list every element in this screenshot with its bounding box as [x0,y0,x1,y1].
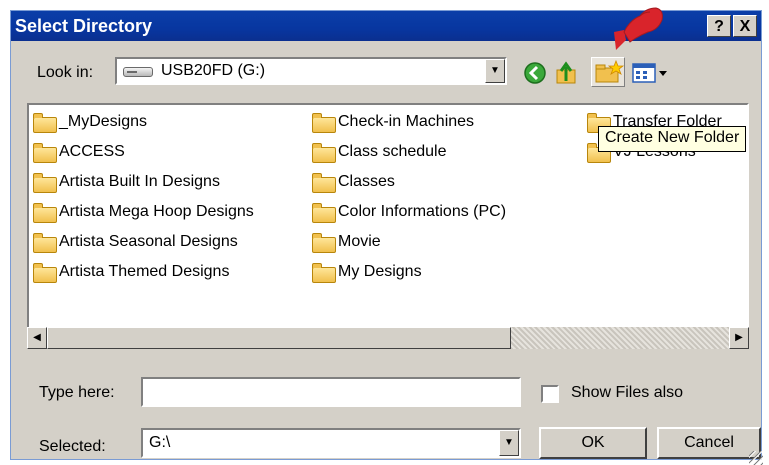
folder-icon [33,233,57,253]
new-folder-button[interactable] [591,57,625,87]
folder-icon [33,203,57,223]
horizontal-scrollbar[interactable]: ◀ ▶ [27,327,749,349]
folder-icon [312,203,336,223]
folder-icon [33,263,57,283]
folder-icon [312,233,336,253]
look-in-dropdown[interactable]: USB20FD (G:) ▼ [115,57,507,85]
show-files-checkbox[interactable] [541,385,559,403]
cancel-button[interactable]: Cancel [657,427,761,459]
view-menu-icon[interactable] [631,61,671,85]
selected-label: Selected: [39,438,106,455]
selected-value: G:\ [149,434,171,451]
folder-icon [33,143,57,163]
folder-icon [312,263,336,283]
help-button[interactable]: ? [707,15,731,37]
back-icon[interactable] [523,61,547,85]
hand-pointer-icon [614,7,663,50]
resize-grip-icon[interactable] [749,451,763,465]
show-files-label: Show Files also [571,384,684,401]
up-folder-icon[interactable] [555,61,579,85]
close-button[interactable]: X [733,15,757,37]
type-here-label: Type here: [39,384,115,401]
usb-drive-icon [123,67,153,77]
chevron-down-icon[interactable]: ▼ [485,59,505,83]
scroll-right-icon[interactable]: ▶ [729,327,749,349]
folder-icon [33,113,57,133]
scrollbar-thumb[interactable] [47,327,511,349]
select-directory-dialog: Select Directory ? X Look in: USB20FD (G… [10,10,763,465]
new-folder-icon [595,59,625,83]
folder-icon [312,113,336,133]
look-in-label: Look in: [37,64,94,81]
scroll-left-icon[interactable]: ◀ [27,327,47,349]
tooltip: Create New Folder [598,126,747,152]
window-title: Select Directory [15,16,153,36]
chevron-down-icon[interactable]: ▼ [499,430,519,456]
type-here-input[interactable] [141,377,521,407]
folder-icon [312,143,336,163]
folder-icon [312,173,336,193]
ok-button[interactable]: OK [539,427,647,459]
look-in-value: USB20FD (G:) [161,62,266,79]
folder-icon [33,173,57,193]
selected-dropdown[interactable]: G:\ ▼ [141,428,521,458]
